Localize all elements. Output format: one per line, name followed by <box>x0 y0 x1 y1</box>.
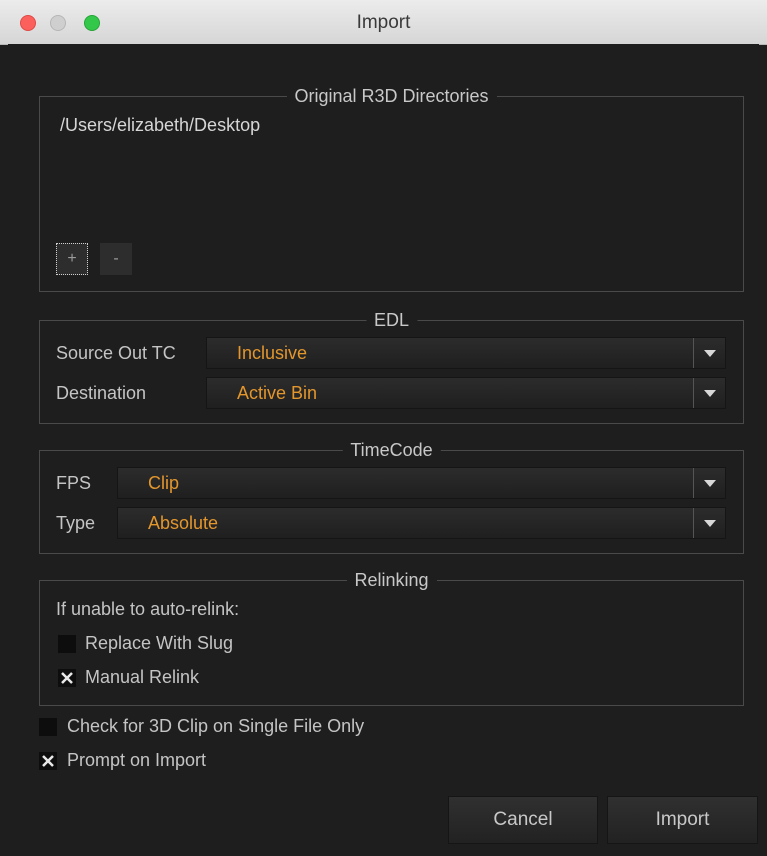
directory-list-item[interactable]: /Users/elizabeth/Desktop <box>60 115 260 136</box>
directories-group: Original R3D Directories /Users/elizabet… <box>39 86 744 292</box>
import-button[interactable]: Import <box>607 796 758 844</box>
replace-with-slug-label[interactable]: Replace With Slug <box>85 633 233 654</box>
source-out-tc-select[interactable]: Inclusive <box>206 337 726 369</box>
relink-note: If unable to auto-relink: <box>56 599 240 619</box>
destination-select[interactable]: Active Bin <box>206 377 726 409</box>
type-label: Type <box>56 513 96 533</box>
manual-relink-checkbox[interactable] <box>58 669 76 687</box>
relinking-legend: Relinking <box>346 570 437 591</box>
checkmark-x-icon <box>42 755 54 767</box>
prompt-on-import-checkbox[interactable] <box>39 752 57 770</box>
chevron-down-icon[interactable] <box>693 508 725 538</box>
timecode-legend: TimeCode <box>342 440 441 461</box>
add-directory-button[interactable]: + <box>56 243 88 275</box>
timecode-group: TimeCode FPS Clip Type Absolute <box>39 440 744 554</box>
fps-select[interactable]: Clip <box>117 467 726 499</box>
import-dialog: Import Original R3D Directories /Users/e… <box>0 0 767 856</box>
edl-legend: EDL <box>365 310 418 331</box>
dialog-content: Original R3D Directories /Users/elizabet… <box>8 44 759 856</box>
source-out-tc-value: Inclusive <box>237 343 308 363</box>
relinking-group: Relinking If unable to auto-relink: Repl… <box>39 570 744 706</box>
cancel-button[interactable]: Cancel <box>448 796 598 844</box>
fps-label: FPS <box>56 473 92 493</box>
type-value: Absolute <box>148 513 219 533</box>
manual-relink-label[interactable]: Manual Relink <box>85 667 199 688</box>
replace-with-slug-checkbox[interactable] <box>58 635 76 653</box>
check-3d-checkbox[interactable] <box>39 718 57 736</box>
remove-directory-button[interactable]: - <box>100 243 132 275</box>
destination-label: Destination <box>56 383 147 403</box>
edl-group: EDL Source Out TC Inclusive Destination … <box>39 310 744 424</box>
directories-legend: Original R3D Directories <box>286 86 497 107</box>
fps-value: Clip <box>148 473 180 493</box>
check-3d-label[interactable]: Check for 3D Clip on Single File Only <box>67 716 364 737</box>
chevron-down-icon[interactable] <box>693 468 725 498</box>
chevron-down-icon[interactable] <box>693 378 725 408</box>
destination-value: Active Bin <box>237 383 318 403</box>
title-bar: Import <box>0 0 767 45</box>
checkmark-x-icon <box>61 672 73 684</box>
chevron-down-icon[interactable] <box>693 338 725 368</box>
prompt-on-import-label[interactable]: Prompt on Import <box>67 750 206 771</box>
window-title: Import <box>356 12 411 33</box>
source-out-tc-label: Source Out TC <box>56 343 176 363</box>
type-select[interactable]: Absolute <box>117 507 726 539</box>
